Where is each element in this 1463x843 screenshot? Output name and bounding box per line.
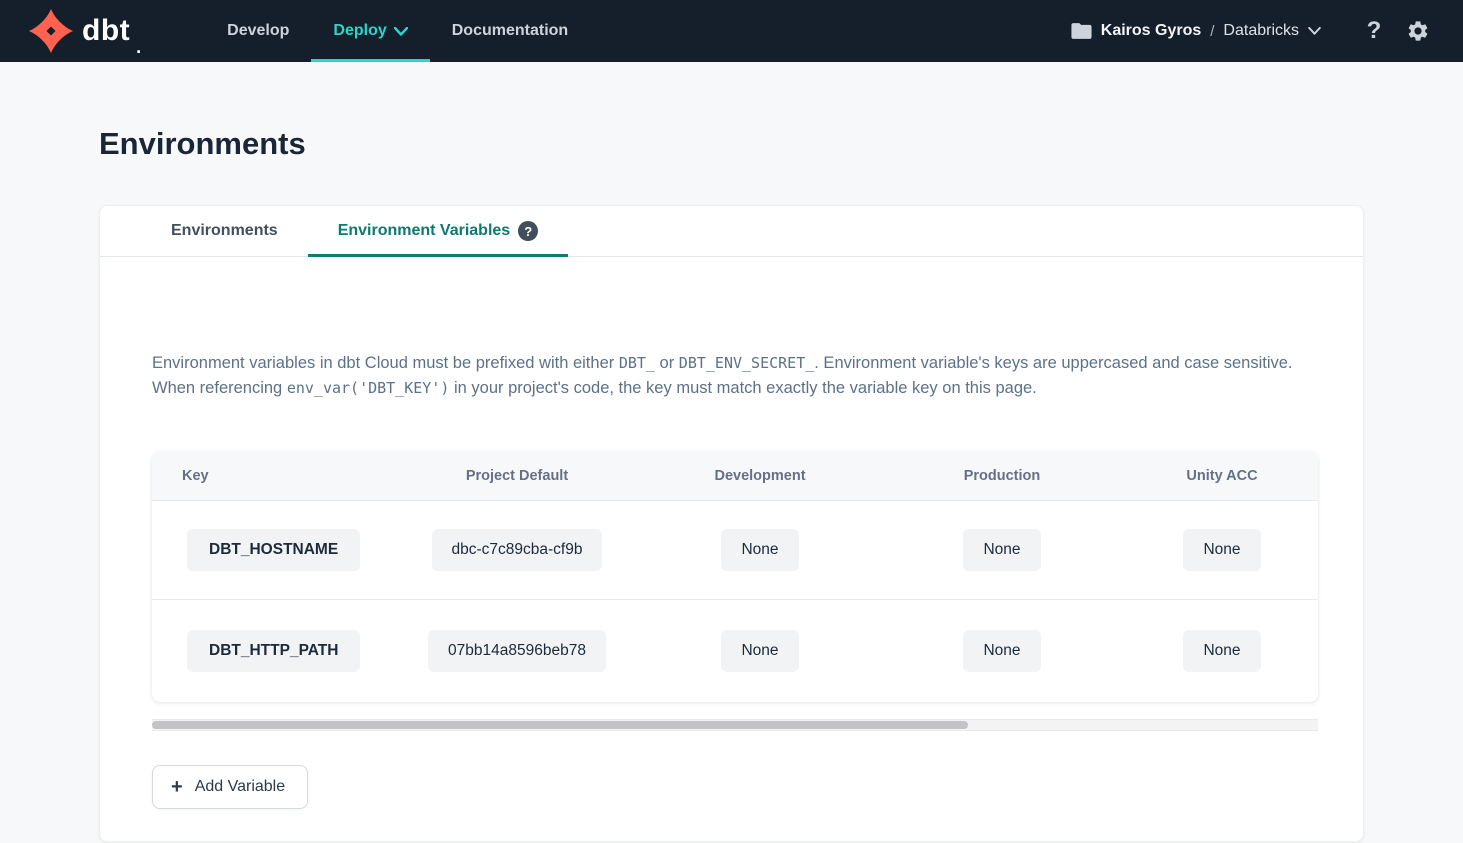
account-environment-name: Databricks xyxy=(1223,22,1299,40)
top-navbar: dbt . Develop Deploy Documentation Kairo… xyxy=(0,0,1463,62)
column-header-project-default: Project Default xyxy=(392,468,642,484)
desc-text: Environment variables in dbt Cloud must … xyxy=(152,354,619,372)
tab-bar: Environments Environment Variables ? xyxy=(100,206,1363,257)
question-mark-icon: ? xyxy=(1367,17,1382,45)
code-dbt-env-secret-prefix: DBT_ENV_SECRET_ xyxy=(679,354,814,372)
nav-item-documentation[interactable]: Documentation xyxy=(430,0,590,62)
dbt-logo-text: dbt xyxy=(82,16,130,46)
column-header-development: Development xyxy=(642,468,878,484)
tab-environments[interactable]: Environments xyxy=(141,206,308,256)
main-nav: Develop Deploy Documentation xyxy=(205,0,590,62)
account-project-name: Kairos Gyros xyxy=(1101,22,1201,40)
desc-text: or xyxy=(655,354,679,372)
chevron-down-icon xyxy=(394,27,408,36)
add-variable-label: Add Variable xyxy=(195,778,285,796)
gear-icon xyxy=(1406,19,1430,43)
desc-text: in your project's code, the key must mat… xyxy=(449,379,1036,397)
production-value-chip[interactable]: None xyxy=(963,529,1040,571)
nav-item-label: Develop xyxy=(227,22,289,40)
unity-acc-value-chip[interactable]: None xyxy=(1183,630,1260,672)
project-default-value-chip[interactable]: 07bb14a8596beb78 xyxy=(428,630,606,672)
navbar-right: Kairos Gyros / Databricks ? xyxy=(1071,0,1435,62)
folder-icon xyxy=(1071,22,1092,40)
development-value-chip[interactable]: None xyxy=(721,529,798,571)
table-row: DBT_HOSTNAME dbc-c7c89cba-cf9b None None… xyxy=(152,501,1318,599)
dbt-logo[interactable]: dbt . xyxy=(28,0,141,62)
env-vars-description: Environment variables in dbt Cloud must … xyxy=(152,351,1316,401)
tab-label: Environments xyxy=(171,222,278,240)
add-variable-button[interactable]: + Add Variable xyxy=(152,765,308,809)
account-switcher[interactable]: Kairos Gyros / Databricks xyxy=(1071,22,1321,40)
account-separator: / xyxy=(1210,23,1214,40)
variable-key-chip[interactable]: DBT_HOSTNAME xyxy=(187,529,360,571)
column-header-key: Key xyxy=(152,468,392,484)
chevron-down-icon xyxy=(1308,27,1321,35)
code-dbt-prefix: DBT_ xyxy=(619,354,655,372)
column-header-production: Production xyxy=(878,468,1126,484)
environment-variables-table: Key Project Default Development Producti… xyxy=(152,452,1318,702)
page-content: Environments Environments Environment Va… xyxy=(0,126,1463,842)
code-env-var-example: env_var('DBT_KEY') xyxy=(287,379,450,397)
dbt-logo-dot: . xyxy=(136,37,141,58)
project-default-value-chip[interactable]: dbc-c7c89cba-cf9b xyxy=(432,529,603,571)
column-header-unity-acc: Unity ACC xyxy=(1126,468,1318,484)
tab-panel-environment-variables: Environment variables in dbt Cloud must … xyxy=(100,257,1363,841)
help-button[interactable]: ? xyxy=(1357,14,1391,48)
tab-environment-variables[interactable]: Environment Variables ? xyxy=(308,206,569,256)
page-title: Environments xyxy=(99,126,1364,162)
settings-button[interactable] xyxy=(1401,14,1435,48)
variable-key-chip[interactable]: DBT_HTTP_PATH xyxy=(187,630,360,672)
dbt-logo-icon xyxy=(28,8,74,54)
help-circle-icon[interactable]: ? xyxy=(518,221,538,241)
nav-item-develop[interactable]: Develop xyxy=(205,0,311,62)
nav-item-deploy[interactable]: Deploy xyxy=(311,0,429,62)
environments-card: Environments Environment Variables ? Env… xyxy=(99,205,1364,842)
production-value-chip[interactable]: None xyxy=(963,630,1040,672)
horizontal-scrollbar-track[interactable] xyxy=(152,719,1318,731)
tab-label: Environment Variables xyxy=(338,222,511,240)
plus-icon: + xyxy=(171,777,183,797)
horizontal-scrollbar-thumb[interactable] xyxy=(152,721,968,729)
nav-item-label: Documentation xyxy=(452,22,568,40)
unity-acc-value-chip[interactable]: None xyxy=(1183,529,1260,571)
development-value-chip[interactable]: None xyxy=(721,630,798,672)
table-row: DBT_HTTP_PATH 07bb14a8596beb78 None None… xyxy=(152,599,1318,702)
nav-item-label: Deploy xyxy=(333,22,386,40)
table-header-row: Key Project Default Development Producti… xyxy=(152,452,1318,501)
